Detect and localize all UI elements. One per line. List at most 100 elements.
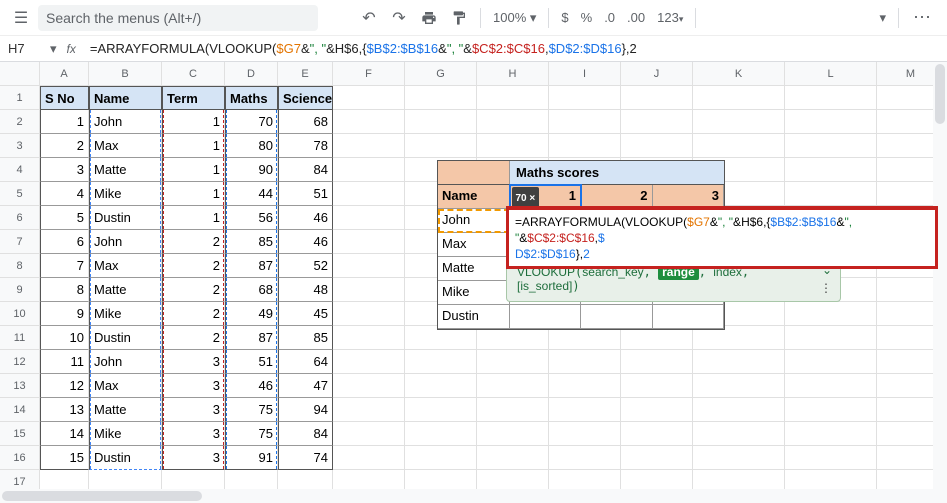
cell[interactable] — [333, 374, 405, 398]
cell[interactable]: 46 — [278, 206, 333, 230]
print-icon[interactable] — [416, 5, 442, 31]
cell[interactable] — [405, 398, 477, 422]
cell[interactable]: 48 — [278, 278, 333, 302]
cell[interactable] — [549, 86, 621, 110]
cell[interactable]: 4 — [40, 182, 89, 206]
cell[interactable]: Matte — [89, 278, 162, 302]
cell[interactable]: 87 — [225, 254, 278, 278]
cell[interactable]: 7 — [40, 254, 89, 278]
cell[interactable]: Max — [89, 374, 162, 398]
cell[interactable] — [549, 134, 621, 158]
cell[interactable]: 49 — [225, 302, 278, 326]
col-header[interactable]: H — [477, 62, 549, 85]
cell[interactable] — [333, 398, 405, 422]
row-header[interactable]: 16 — [0, 446, 40, 470]
cell[interactable]: 75 — [225, 398, 278, 422]
row-header[interactable]: 12 — [0, 350, 40, 374]
cell[interactable] — [785, 326, 877, 350]
cell[interactable] — [621, 134, 693, 158]
col-header[interactable]: G — [405, 62, 477, 85]
spreadsheet-grid[interactable]: A B C D E F G H I J K L M 1S NoNameTermM… — [0, 62, 947, 494]
cell[interactable]: Mike — [89, 422, 162, 446]
cell[interactable]: 14 — [40, 422, 89, 446]
menu-icon[interactable]: ☰ — [8, 5, 34, 31]
row-header[interactable]: 14 — [0, 398, 40, 422]
cell[interactable]: 46 — [278, 230, 333, 254]
cell[interactable] — [693, 446, 785, 470]
cell[interactable] — [405, 350, 477, 374]
cell[interactable]: 51 — [278, 182, 333, 206]
cell[interactable]: 2 — [40, 134, 89, 158]
format-currency[interactable]: $ — [557, 10, 572, 25]
col-header[interactable]: F — [333, 62, 405, 85]
cell[interactable]: 2 — [162, 302, 225, 326]
lookup-name[interactable]: Dustin — [438, 305, 510, 329]
cell[interactable] — [405, 446, 477, 470]
cell[interactable]: 3 — [162, 446, 225, 470]
col-header[interactable]: A — [40, 62, 89, 85]
cell[interactable] — [549, 374, 621, 398]
cell[interactable]: 9 — [40, 302, 89, 326]
row-header[interactable]: 9 — [0, 278, 40, 302]
cell[interactable]: 90 — [225, 158, 278, 182]
cell[interactable]: John — [89, 110, 162, 134]
cell[interactable]: 1 — [162, 206, 225, 230]
formula-input[interactable]: =ARRAYFORMULA(VLOOKUP($G7&", "&H$6,{$B$2… — [86, 41, 947, 57]
cell[interactable] — [477, 446, 549, 470]
cell[interactable]: 2 — [162, 230, 225, 254]
cell[interactable]: 15 — [40, 446, 89, 470]
cell[interactable] — [693, 110, 785, 134]
format-percent[interactable]: % — [577, 10, 597, 25]
cell[interactable]: 1 — [162, 182, 225, 206]
cell[interactable]: 5 — [40, 206, 89, 230]
cell[interactable]: Matte — [89, 398, 162, 422]
cell[interactable] — [477, 86, 549, 110]
cell[interactable]: 68 — [225, 278, 278, 302]
cell[interactable] — [785, 182, 877, 206]
row-header[interactable]: 8 — [0, 254, 40, 278]
col-header[interactable]: E — [278, 62, 333, 85]
row-header[interactable]: 2 — [0, 110, 40, 134]
row-header[interactable]: 4 — [0, 158, 40, 182]
cell[interactable] — [333, 302, 405, 326]
name-box[interactable]: H7 — [0, 41, 50, 56]
row-header[interactable]: 13 — [0, 374, 40, 398]
dec-increase[interactable]: .00 — [623, 10, 649, 25]
cell[interactable] — [549, 446, 621, 470]
col-header[interactable]: B — [89, 62, 162, 85]
cell[interactable] — [693, 86, 785, 110]
cell[interactable] — [333, 254, 405, 278]
col-header[interactable]: C — [162, 62, 225, 85]
cell[interactable] — [549, 350, 621, 374]
cell[interactable]: 3 — [162, 398, 225, 422]
cell[interactable] — [785, 302, 877, 326]
cell[interactable] — [333, 110, 405, 134]
cell[interactable]: Mike — [89, 302, 162, 326]
cell[interactable]: Max — [89, 254, 162, 278]
formula-edit-popup[interactable]: =ARRAYFORMULA(VLOOKUP($G7&", "&H$6,{$B$2… — [506, 206, 938, 269]
undo-icon[interactable]: ↶ — [356, 5, 382, 31]
cell[interactable] — [785, 422, 877, 446]
font-dropdown[interactable]: ▾ — [875, 10, 890, 26]
cell[interactable] — [477, 134, 549, 158]
cell[interactable] — [333, 326, 405, 350]
cell[interactable] — [477, 374, 549, 398]
row-header[interactable]: 3 — [0, 134, 40, 158]
zoom-dropdown[interactable]: 100% ▾ — [489, 10, 540, 26]
cell[interactable] — [405, 134, 477, 158]
cell[interactable] — [477, 398, 549, 422]
row-header[interactable]: 6 — [0, 206, 40, 230]
row-header[interactable]: 7 — [0, 230, 40, 254]
cell[interactable] — [333, 182, 405, 206]
cell[interactable]: 8 — [40, 278, 89, 302]
cell[interactable] — [333, 422, 405, 446]
cell[interactable]: 10 — [40, 326, 89, 350]
cell[interactable]: Mike — [89, 182, 162, 206]
cell[interactable]: 64 — [278, 350, 333, 374]
cell[interactable] — [621, 446, 693, 470]
cell[interactable]: 52 — [278, 254, 333, 278]
cell[interactable] — [785, 134, 877, 158]
cell[interactable]: 84 — [278, 158, 333, 182]
horizontal-scrollbar[interactable] — [0, 489, 933, 503]
cell[interactable] — [333, 230, 405, 254]
